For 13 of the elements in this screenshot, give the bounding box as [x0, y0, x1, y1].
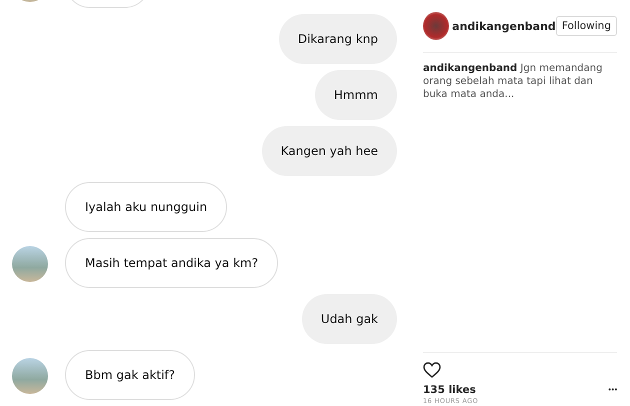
profile-avatar[interactable]	[423, 12, 450, 40]
message-bubble: Iyalah aku nungguin	[65, 182, 228, 232]
message-bubble: Masih tempat andika ya km?	[65, 238, 278, 288]
message-bubble: Kangen yah hee	[262, 126, 397, 176]
message-bubble: Hmmm	[314, 70, 397, 120]
message-bubble: Dikarang knp	[278, 14, 397, 64]
likes-count[interactable]: 135 likes	[423, 384, 476, 396]
message-bubble: Udah gak	[302, 294, 397, 344]
heart-icon[interactable]	[423, 362, 441, 378]
post-caption: andikangenband Jgn memandang orang sebelah mata tapi lihat dan buka mata anda...	[423, 62, 604, 101]
username[interactable]: andikangenband	[452, 20, 556, 32]
message-bubble: Bbm gak aktif?	[65, 350, 196, 400]
following-button[interactable]: Following	[556, 16, 617, 36]
